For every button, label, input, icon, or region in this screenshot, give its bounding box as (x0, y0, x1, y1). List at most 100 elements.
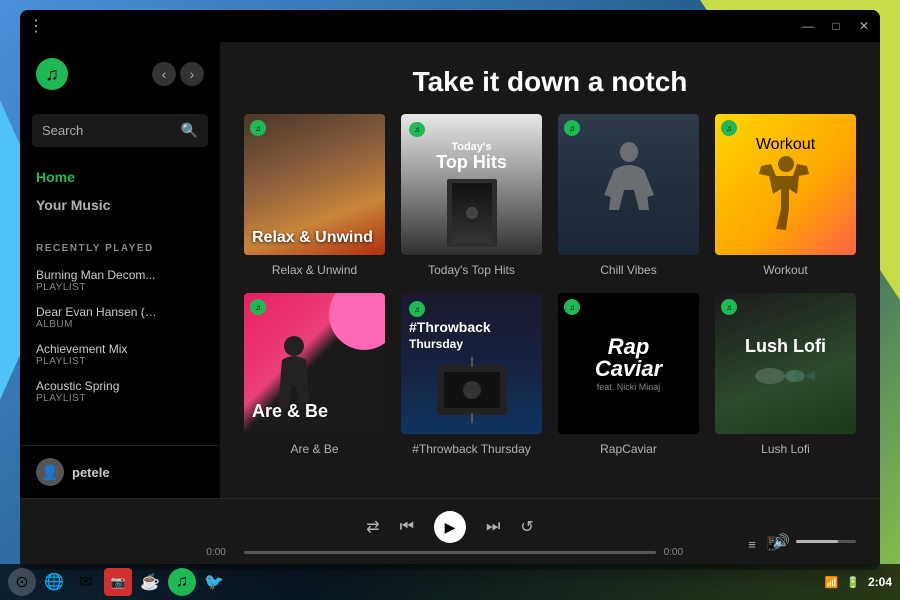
cards-row-1: ♫ Relax & Unwind Relax & Unwind ♫ Today'… (220, 114, 880, 293)
previous-button[interactable]: ⏮ (400, 518, 414, 536)
taskbar-right: 📶 🔋 2:04 (825, 575, 892, 589)
spotify-badge-icon: ♫ (564, 299, 580, 315)
recently-played-list: Burning Man Decom... PLAYLIST Dear Evan … (20, 262, 220, 445)
taskbar-spotify[interactable]: ♫ (168, 568, 196, 596)
card-lush-lofi[interactable]: ♫ Lush Lofi (715, 293, 856, 456)
volume-section: 🔊 (773, 533, 856, 550)
playlist-title: Achievement Mix (36, 342, 204, 356)
spotify-badge-icon: ♫ (409, 122, 425, 137)
lushlofi-text: Lush Lofi (745, 336, 826, 357)
progress-track[interactable] (244, 551, 655, 554)
card-relax-unwind[interactable]: ♫ Relax & Unwind Relax & Unwind (244, 114, 385, 277)
forward-button[interactable]: › (180, 62, 204, 86)
nav-arrows: ‹ › (152, 62, 204, 86)
repeat-button[interactable]: ↺ (520, 517, 533, 537)
spotify-window: ⋮ — □ ✕ ♫ ‹ › Search 🔍 Home (20, 10, 880, 570)
window-menu-icon[interactable]: ⋮ (28, 16, 46, 36)
app-body: ♫ ‹ › Search 🔍 Home Your Music RECENTLY … (20, 42, 880, 498)
card-chill-vibes[interactable]: ♫ Chill Vibes (558, 114, 699, 277)
taskbar-twitter[interactable]: 🐦 (200, 568, 228, 596)
card-are-and-be[interactable]: ♫ Are & Be Are & Be (244, 293, 385, 456)
next-button[interactable]: ⏭ (486, 518, 500, 536)
content-header: Take it down a notch (220, 42, 880, 114)
playlist-title: Burning Man Decom... (36, 268, 204, 282)
maximize-button[interactable]: □ (828, 18, 844, 34)
minimize-button[interactable]: — (800, 18, 816, 34)
rapcaviar-feat: feat. Nicki Minaj (597, 382, 661, 392)
spotify-logo[interactable]: ♫ (36, 58, 68, 90)
taskbar: ⊙ 🌐 ✉ 📷 ☕ ♫ 🐦 📶 🔋 2:04 (0, 564, 900, 600)
throwback-day: Thursday (409, 337, 463, 351)
taskbar-chrome[interactable]: 🌐 (40, 568, 68, 596)
taskbar-time: 2:04 (868, 575, 892, 589)
card-image-arebe: ♫ Are & Be (244, 293, 385, 434)
taskbar-network-icon: 📶 (825, 576, 839, 589)
main-content: Take it down a notch ♫ Relax & Unwind Re… (220, 42, 880, 498)
sidebar-item-home[interactable]: Home (36, 163, 204, 191)
sidebar-item-your-music[interactable]: Your Music (36, 191, 204, 219)
taskbar-starbucks[interactable]: ☕ (136, 568, 164, 596)
tophits-label-bottom: Top Hits (436, 153, 507, 171)
card-workout[interactable]: ♫ Workout Workout (715, 114, 856, 277)
list-item[interactable]: Acoustic Spring PLAYLIST (20, 373, 220, 410)
spotify-badge-icon: ♫ (250, 120, 266, 136)
spotify-badge-icon: ♫ (721, 299, 737, 315)
sidebar-nav: Home Your Music (20, 155, 220, 227)
card-label: Relax & Unwind (244, 263, 385, 277)
card-throwback[interactable]: ♫ #Throwback Thursday (401, 293, 542, 456)
card-label: Lush Lofi (715, 442, 856, 456)
progress-bar-row: 0:00 0:00 (206, 547, 693, 558)
sidebar-header: ♫ ‹ › (20, 58, 220, 106)
rapcaviar-text: RapCaviar (595, 336, 662, 380)
workout-overlay-text: Workout (756, 136, 815, 154)
card-rapcaviar[interactable]: ♫ RapCaviar feat. Nicki Minaj RapCaviar (558, 293, 699, 456)
shuffle-button[interactable]: ⇄ (366, 517, 379, 537)
card-overlay-text: Relax & Unwind (252, 229, 373, 247)
cards-row-2: ♫ Are & Be Are & Be ♫ (220, 293, 880, 472)
card-image-workout: ♫ Workout (715, 114, 856, 255)
card-image-rapcaviar: ♫ RapCaviar feat. Nicki Minaj (558, 293, 699, 434)
queue-icon[interactable]: ≡ (748, 537, 756, 552)
volume-icon: 🔊 (773, 533, 790, 550)
spotify-badge-icon: ♫ (409, 301, 425, 317)
card-image-relax: ♫ Relax & Unwind (244, 114, 385, 255)
time-current: 0:00 (206, 547, 236, 558)
list-item[interactable]: Burning Man Decom... PLAYLIST (20, 262, 220, 299)
card-top-hits[interactable]: ♫ Today's Top Hits Today's Top Hits (401, 114, 542, 277)
volume-bar[interactable] (796, 540, 856, 543)
person-silhouette (599, 140, 659, 230)
window-controls: — □ ✕ (800, 18, 872, 34)
search-icon: 🔍 (181, 122, 198, 139)
card-label: #Throwback Thursday (401, 442, 542, 456)
player-controls: ⇄ ⏮ ▶ ⏭ ↺ (366, 511, 534, 543)
card-image-lushlofi: ♫ Lush Lofi (715, 293, 856, 434)
taskbar-battery-icon: 🔋 (846, 576, 860, 589)
card-image-throwback: ♫ #Throwback Thursday (401, 293, 542, 434)
card-image-chill: ♫ (558, 114, 699, 255)
taskbar-launcher[interactable]: ⊙ (8, 568, 36, 596)
list-item[interactable]: Dear Evan Hansen (… ALBUM (20, 299, 220, 336)
playlist-type: PLAYLIST (36, 356, 204, 367)
card-image-tophits: ♫ Today's Top Hits (401, 114, 542, 255)
spotify-badge-icon: ♫ (564, 120, 580, 136)
playlist-type: PLAYLIST (36, 282, 204, 293)
back-button[interactable]: ‹ (152, 62, 176, 86)
card-label: RapCaviar (558, 442, 699, 456)
list-item[interactable]: Achievement Mix PLAYLIST (20, 336, 220, 373)
playlist-type: ALBUM (36, 319, 204, 330)
search-bar[interactable]: Search 🔍 (32, 114, 208, 147)
taskbar-camera[interactable]: 📷 (104, 568, 132, 596)
playlist-type: PLAYLIST (36, 393, 204, 404)
taskbar-gmail[interactable]: ✉ (72, 568, 100, 596)
arebe-overlay-text: Are & Be (252, 401, 328, 422)
close-button[interactable]: ✕ (856, 18, 872, 34)
card-label: Chill Vibes (558, 263, 699, 277)
throwback-hashtag: #Throwback (409, 319, 491, 335)
user-profile[interactable]: 👤 petele (20, 445, 220, 498)
play-button[interactable]: ▶ (434, 511, 466, 543)
playlist-title: Acoustic Spring (36, 379, 204, 393)
taskbar-apps: ⊙ 🌐 ✉ 📷 ☕ ♫ 🐦 (8, 568, 228, 596)
card-label: Are & Be (244, 442, 385, 456)
search-label: Search (42, 123, 83, 138)
spotify-badge-icon: ♫ (721, 120, 737, 136)
